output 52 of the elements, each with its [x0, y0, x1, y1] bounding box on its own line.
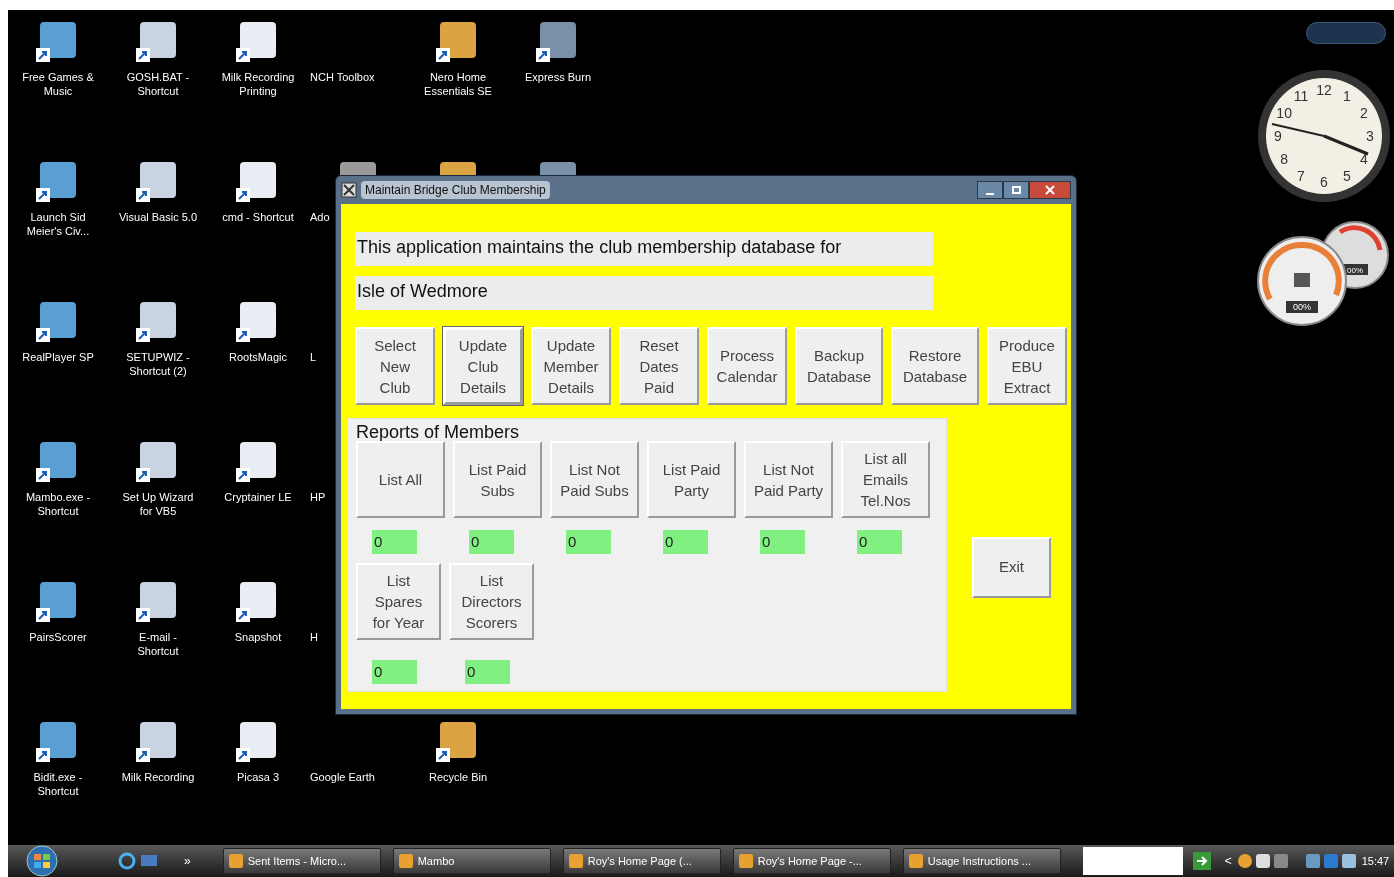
count-field: 0 — [465, 660, 510, 684]
clock-numeral: 1 — [1343, 88, 1351, 105]
icon-label: Visual Basic 5.0 — [118, 210, 198, 224]
icon-label: Cryptainer LE — [224, 490, 292, 504]
count-field: 0 — [372, 660, 417, 684]
icon-label: Ado — [310, 210, 330, 224]
icon-label: RealPlayer SP — [22, 350, 94, 364]
icon-label: GOSH.BAT - Shortcut — [126, 70, 190, 98]
count-field: 0 — [469, 530, 514, 554]
clock-numeral: 8 — [1280, 151, 1289, 167]
clock-numeral: 11 — [1293, 88, 1309, 105]
icon-label: RootsMagic — [228, 350, 288, 364]
count-field: 0 — [566, 530, 611, 554]
clock-numeral: 5 — [1343, 167, 1351, 184]
count-field: 0 — [663, 530, 708, 554]
group-title: Reports of Members — [356, 421, 521, 441]
header-label: Isle of Wedmore — [355, 276, 933, 310]
icon-label: cmd - Shortcut — [222, 210, 294, 224]
clock-numeral: 2 — [1359, 105, 1368, 121]
icon-label: Set Up Wizard for VB5 — [122, 490, 194, 518]
icon-label: Milk Recording Printing — [221, 70, 295, 98]
count-field: 0 — [372, 530, 417, 554]
icon-label: Nero Home Essentials SE — [424, 70, 492, 98]
count-field: 0 — [760, 530, 805, 554]
clock-numeral: 12 — [1316, 82, 1332, 98]
icon-label: Bidit.exe - Shortcut — [33, 770, 83, 798]
count-field: 0 — [857, 530, 902, 554]
icon-label: L — [310, 350, 317, 364]
icon-label: Google Earth — [310, 770, 375, 784]
icon-label: Picasa 3 — [236, 770, 280, 784]
window-title: Maintain Bridge Club Membership — [361, 181, 550, 199]
clock-numeral: 10 — [1276, 105, 1292, 121]
icon-label: Mambo.exe - Shortcut — [25, 490, 91, 518]
icon-label: HP — [310, 490, 326, 504]
icon-label: Recycle Bin — [428, 770, 488, 784]
icon-label: Launch Sid Meier's Civ... — [26, 210, 90, 238]
clock-numeral: 9 — [1274, 128, 1282, 144]
icon-label: Express Burn — [525, 70, 591, 84]
icon-label: PairsScorer — [29, 630, 87, 644]
clock-numeral: 3 — [1366, 128, 1374, 144]
clock-numeral: 4 — [1359, 151, 1368, 167]
icon-label: E-mail - Shortcut — [137, 630, 179, 658]
icon-label: NCH Toolbox — [310, 70, 375, 84]
icon-label: SETUPWIZ - Shortcut (2) — [126, 350, 190, 378]
icon-label: H — [310, 630, 318, 644]
clock-numeral: 7 — [1297, 167, 1305, 184]
icon-label: Free Games & Music — [22, 70, 94, 98]
icon-label: Milk Recording — [121, 770, 195, 784]
meter-gadget: 00% — [1256, 235, 1348, 327]
header-label: This application maintains the club membership database for — [355, 232, 933, 266]
clock-numeral: 6 — [1320, 174, 1328, 190]
icon-label: Snapshot — [234, 630, 282, 644]
